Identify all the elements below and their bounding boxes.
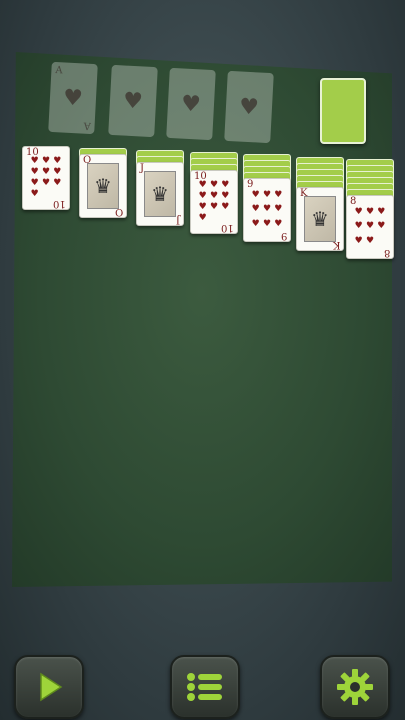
heart-icon: ♥ [274, 219, 283, 230]
heart-icon: ♥ [262, 219, 272, 230]
face-card-art: ♛ [87, 163, 119, 209]
tableau-card[interactable]: 8 8 ♥ ♥ ♥ ♥ ♥ ♥ ♥ ♥ [346, 195, 394, 259]
heart-icon: ♥ [30, 178, 39, 188]
heart-icon: ♥ [365, 236, 375, 247]
heart-icon: ♥ [122, 88, 144, 114]
heart-icon: ♥ [221, 202, 230, 212]
heart-icon: ♥ [41, 178, 51, 188]
heart-icon: ♥ [41, 156, 51, 166]
heart-icon: ♥ [274, 204, 283, 215]
tableau-card[interactable]: 10 10 ♥ ♥ ♥ ♥ ♥ ♥ ♥ ♥ ♥ ♥ [22, 146, 70, 210]
heart-pips: ♥ ♥ ♥ ♥ ♥ ♥ ♥ ♥ ♥ ♥ [197, 180, 231, 224]
menu-list-icon [187, 673, 222, 701]
gear-icon [337, 669, 373, 705]
heart-icon: ♥ [41, 167, 51, 177]
heart-icon: ♥ [209, 191, 219, 201]
heart-icon: ♥ [209, 180, 219, 190]
heart-icon: ♥ [354, 206, 363, 217]
settings-button[interactable] [320, 655, 390, 719]
heart-icon: ♥ [354, 221, 363, 232]
heart-icon: ♥ [221, 180, 230, 190]
face-card-art: ♛ [144, 171, 176, 217]
heart-pips: ♥ ♥ ♥ ♥ ♥ ♥ ♥ ♥ ♥ [250, 188, 284, 232]
heart-icon: ♥ [62, 85, 84, 111]
tableau-card[interactable]: Q Q ♛ [79, 154, 127, 218]
heart-icon: ♥ [262, 204, 272, 215]
heart-icon: ♥ [251, 204, 260, 215]
heart-icon: ♥ [198, 213, 207, 223]
face-card-art: ♛ [304, 196, 336, 242]
heart-icon: ♥ [251, 219, 260, 230]
heart-icon: ♥ [377, 206, 386, 217]
stock-pile[interactable] [320, 78, 366, 144]
menu-button[interactable] [170, 655, 240, 719]
foundation-slot-2[interactable]: ♥ [108, 64, 158, 138]
tableau-card[interactable]: K K ♛ [296, 187, 344, 251]
heart-icon: ♥ [365, 206, 375, 217]
heart-icon: ♥ [274, 189, 283, 200]
heart-icon: ♥ [238, 94, 260, 120]
heart-icon: ♥ [251, 189, 260, 200]
heart-icon: ♥ [198, 202, 207, 212]
heart-icon: ♥ [262, 189, 272, 200]
heart-icon: ♥ [198, 191, 207, 201]
heart-icon: ♥ [209, 202, 219, 212]
foundation-corner-1: A [55, 65, 63, 77]
heart-icon: ♥ [30, 156, 39, 166]
foundation-corner-1b: A [83, 119, 91, 131]
heart-icon: ♥ [365, 221, 375, 232]
heart-icon: ♥ [53, 156, 62, 166]
tableau-card[interactable]: 9 9 ♥ ♥ ♥ ♥ ♥ ♥ ♥ ♥ ♥ [243, 178, 291, 242]
heart-pips: ♥ ♥ ♥ ♥ ♥ ♥ ♥ ♥ [353, 205, 387, 249]
tableau-card[interactable]: 10 10 ♥ ♥ ♥ ♥ ♥ ♥ ♥ ♥ ♥ ♥ [190, 170, 238, 234]
heart-icon: ♥ [221, 191, 230, 201]
heart-icon: ♥ [53, 178, 62, 188]
heart-icon: ♥ [180, 91, 202, 117]
tableau-card[interactable]: J J ♛ [136, 162, 184, 226]
foundation-slot-3[interactable]: ♥ [166, 67, 216, 141]
heart-icon: ♥ [354, 236, 363, 247]
play-icon [40, 672, 63, 702]
heart-icon: ♥ [30, 189, 39, 199]
heart-icon: ♥ [377, 221, 386, 232]
heart-icon: ♥ [30, 167, 39, 177]
heart-pips: ♥ ♥ ♥ ♥ ♥ ♥ ♥ ♥ ♥ ♥ [29, 156, 63, 200]
foundation-slot-4[interactable]: ♥ [224, 70, 274, 144]
card-rank-bottom: J [175, 214, 180, 225]
foundation-slot-1[interactable]: A ♥ A [48, 61, 98, 135]
heart-icon: ♥ [53, 167, 62, 177]
heart-icon: ♥ [198, 180, 207, 190]
play-button[interactable] [14, 655, 84, 719]
